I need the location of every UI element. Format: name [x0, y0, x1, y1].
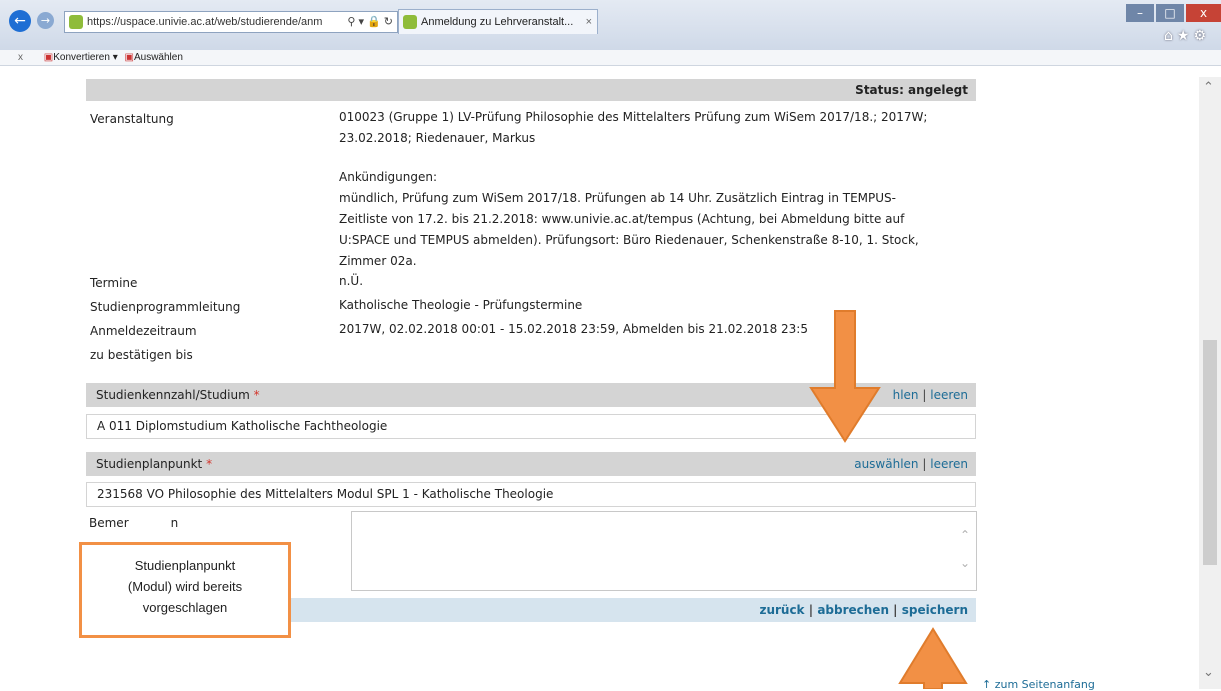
- down-arrow-annotation: [809, 310, 881, 443]
- to-top-link[interactable]: ↑ zum Seitenanfang: [982, 678, 1095, 691]
- scroll-up-icon[interactable]: ⌃: [1203, 80, 1214, 95]
- up-arrow-annotation: [898, 627, 968, 689]
- scrollbar-thumb[interactable]: [1203, 340, 1217, 565]
- annotation-arrows: [809, 310, 968, 689]
- scroll-down-icon[interactable]: ⌄: [1203, 665, 1214, 680]
